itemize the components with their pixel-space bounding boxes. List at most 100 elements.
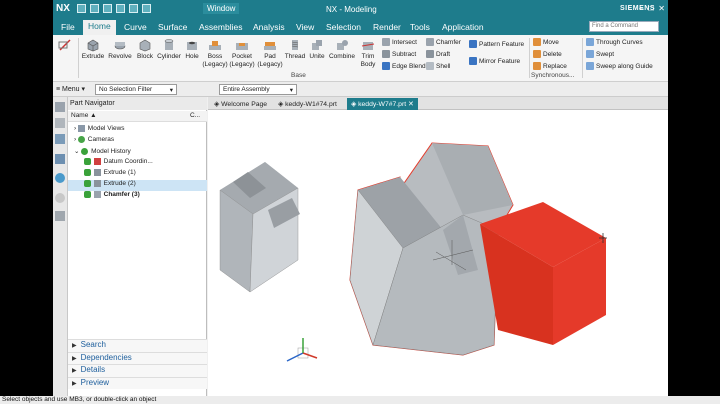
selected-extrude-face[interactable] — [480, 202, 606, 345]
cylinder-button[interactable]: Cylinder — [156, 38, 182, 61]
copy-icon[interactable] — [129, 4, 138, 13]
tab-file[interactable]: File — [56, 21, 80, 33]
preview-panel-header[interactable]: ▶ Preview — [68, 376, 207, 389]
pad-legacy-button[interactable]: Pad (Legacy) — [257, 38, 283, 69]
move-face-label: Move — [543, 38, 559, 46]
search-panel-header[interactable]: ▶ Search — [68, 339, 207, 352]
details-panel-header[interactable]: ▶ Details — [68, 364, 207, 377]
boss-legacy-button[interactable]: Boss (Legacy) — [202, 38, 228, 69]
edge-blend-button[interactable]: Edge Blend — [382, 62, 426, 70]
shell-label: Shell — [436, 62, 451, 70]
expand-arrow-icon[interactable]: › — [74, 125, 76, 132]
pad-legacy-label: Pad (Legacy) — [257, 53, 283, 68]
menu-button[interactable]: ≡ Menu ▾ — [56, 85, 85, 93]
pocket-legacy-button[interactable]: Pocket (Legacy) — [229, 38, 255, 69]
command-finder-input[interactable]: Find a Command — [589, 21, 659, 32]
model-viewport[interactable] — [208, 110, 668, 396]
tab-surface[interactable]: Surface — [153, 21, 192, 33]
tab-curve[interactable]: Curve — [119, 21, 152, 33]
column-name-header[interactable]: Name ▲ — [71, 112, 97, 119]
graphics-window[interactable]: ◈ Welcome Page ◈ keddy-W1#74.prt ◈ keddy… — [208, 97, 668, 396]
tab-application[interactable]: Application — [437, 21, 489, 33]
subtract-button[interactable]: Subtract — [382, 50, 416, 58]
doc-tab-label: keddy-W1#74.prt — [285, 101, 337, 108]
title-bar: NX Window NX - Modeling SIEMENS – □ ✕ — [53, 0, 668, 19]
tree-node-model-views[interactable]: › Model Views — [68, 125, 207, 136]
undo-icon[interactable] — [90, 4, 99, 13]
save-icon[interactable] — [77, 4, 86, 13]
column-c-header[interactable]: C... — [190, 112, 200, 119]
visibility-check-icon[interactable] — [84, 180, 91, 187]
hole-button[interactable]: Hole — [183, 38, 201, 61]
type-filter-dropdown[interactable]: No Selection Filter ▾ — [95, 84, 177, 95]
selection-scope-dropdown[interactable]: Entire Assembly ▾ — [219, 84, 297, 95]
replace-face-button[interactable]: Replace — [533, 62, 567, 70]
tree-node-extrude-1[interactable]: Extrude (1) — [68, 169, 207, 180]
mirror-feature-button[interactable]: Mirror Feature — [469, 57, 520, 65]
tab-home[interactable]: Home — [83, 20, 116, 35]
tree-node-model-history[interactable]: ⌄ Model History — [68, 147, 207, 158]
unite-button[interactable]: Unite — [307, 38, 327, 61]
tab-view[interactable]: View — [291, 21, 319, 33]
extrude-button[interactable]: Extrude — [81, 38, 105, 61]
visibility-check-icon[interactable] — [84, 191, 91, 198]
tree-node-cameras[interactable]: › Cameras — [68, 136, 207, 147]
chamfer-button[interactable]: Chamfer — [426, 38, 461, 46]
document-tabs: ◈ Welcome Page ◈ keddy-W1#74.prt ◈ keddy… — [208, 97, 668, 110]
delete-face-button[interactable]: Delete — [533, 50, 562, 58]
reuse-library-tab-icon[interactable] — [55, 154, 65, 164]
intersect-button[interactable]: Intersect — [382, 38, 417, 46]
part-navigator-tab-icon[interactable] — [55, 102, 65, 112]
close-button[interactable]: ✕ — [658, 4, 665, 13]
revolve-button[interactable]: Revolve — [107, 38, 133, 61]
doc-tab-welcome[interactable]: ◈ Welcome Page — [210, 98, 271, 110]
expand-arrow-icon[interactable]: › — [74, 136, 76, 143]
trim-body-button[interactable]: Trim Body — [357, 38, 379, 69]
dependencies-panel-header[interactable]: ▶ Dependencies — [68, 351, 207, 364]
paste-icon[interactable] — [142, 4, 151, 13]
tab-selection[interactable]: Selection — [321, 21, 366, 33]
doc-tab-part-1[interactable]: ◈ keddy-W1#74.prt — [274, 98, 341, 110]
web-browser-tab-icon[interactable] — [55, 173, 65, 183]
tab-analysis[interactable]: Analysis — [248, 21, 290, 33]
pattern-feature-button[interactable]: Pattern Feature — [469, 40, 524, 48]
constraint-navigator-tab-icon[interactable] — [55, 134, 65, 144]
tab-render[interactable]: Render — [368, 21, 406, 33]
window-menu[interactable]: Window — [203, 3, 240, 14]
through-curves-button[interactable]: Through Curves — [586, 38, 643, 46]
tree-node-extrude-2[interactable]: Extrude (2) — [68, 180, 207, 191]
replace-face-icon — [533, 62, 541, 70]
minimize-button[interactable]: – — [639, 4, 643, 13]
intersect-label: Intersect — [392, 38, 417, 46]
tree-node-label: Cameras — [87, 136, 115, 144]
move-face-button[interactable]: Move — [533, 38, 559, 46]
block-button[interactable]: Block — [134, 38, 156, 61]
visibility-check-icon[interactable] — [84, 158, 91, 165]
move-face-icon — [533, 38, 541, 46]
cut-icon[interactable] — [116, 4, 125, 13]
tree-node-chamfer-3[interactable]: Chamfer (3) — [68, 191, 207, 202]
history-tab-icon[interactable] — [55, 193, 65, 203]
doc-tab-part-2[interactable]: ◈ keddy-W7#7.prt ✕ — [347, 98, 418, 110]
draft-button[interactable]: Draft — [426, 50, 450, 58]
tab-assemblies[interactable]: Assemblies — [194, 21, 247, 33]
sketch-button[interactable] — [55, 38, 75, 53]
chamfer-icon — [426, 38, 434, 46]
window-title: NX - Modeling — [326, 5, 377, 14]
system-scenes-tab-icon[interactable] — [55, 211, 65, 221]
redo-icon[interactable] — [103, 4, 112, 13]
maximize-button[interactable]: □ — [648, 4, 653, 13]
visibility-check-icon[interactable] — [84, 169, 91, 176]
swept-button[interactable]: Swept — [586, 50, 614, 58]
pad-icon — [264, 42, 276, 50]
sweep-along-guide-button[interactable]: Sweep along Guide — [586, 62, 653, 70]
collapse-arrow-icon[interactable]: ⌄ — [74, 148, 79, 155]
tab-tools[interactable]: Tools — [405, 21, 435, 33]
assembly-navigator-tab-icon[interactable] — [55, 118, 65, 128]
thread-button[interactable]: Thread — [284, 38, 306, 61]
combine-button[interactable]: Combine — [328, 38, 356, 61]
shell-button[interactable]: Shell — [426, 62, 450, 70]
swept-label: Swept — [596, 50, 615, 58]
dependencies-panel-label: Dependencies — [80, 352, 132, 362]
tree-node-datum-csys[interactable]: Datum Coordin... — [68, 158, 207, 169]
